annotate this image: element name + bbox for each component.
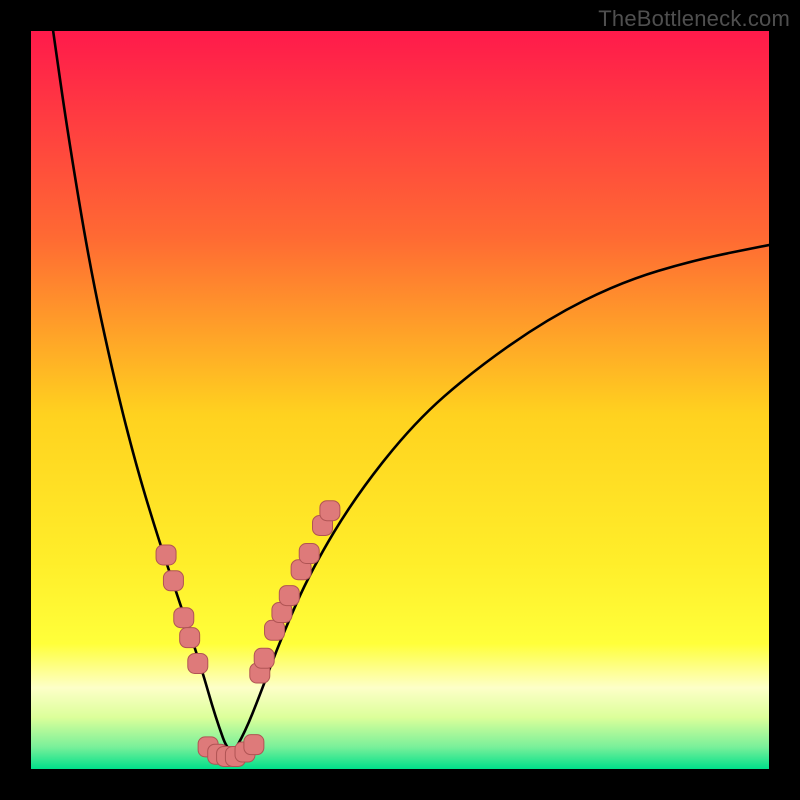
chart-svg (31, 31, 769, 769)
outer-frame: TheBottleneck.com (0, 0, 800, 800)
data-dot (163, 571, 183, 591)
data-dot (188, 653, 208, 673)
data-dot (265, 620, 285, 640)
watermark-text: TheBottleneck.com (598, 6, 790, 32)
data-dot (299, 544, 319, 564)
data-dot (279, 586, 299, 606)
gradient-background (31, 31, 769, 769)
data-dot (244, 735, 264, 755)
data-dot (320, 501, 340, 521)
data-dot (180, 628, 200, 648)
plot-area (31, 31, 769, 769)
data-dot (156, 545, 176, 565)
data-dot (254, 648, 274, 668)
data-dot (174, 608, 194, 628)
